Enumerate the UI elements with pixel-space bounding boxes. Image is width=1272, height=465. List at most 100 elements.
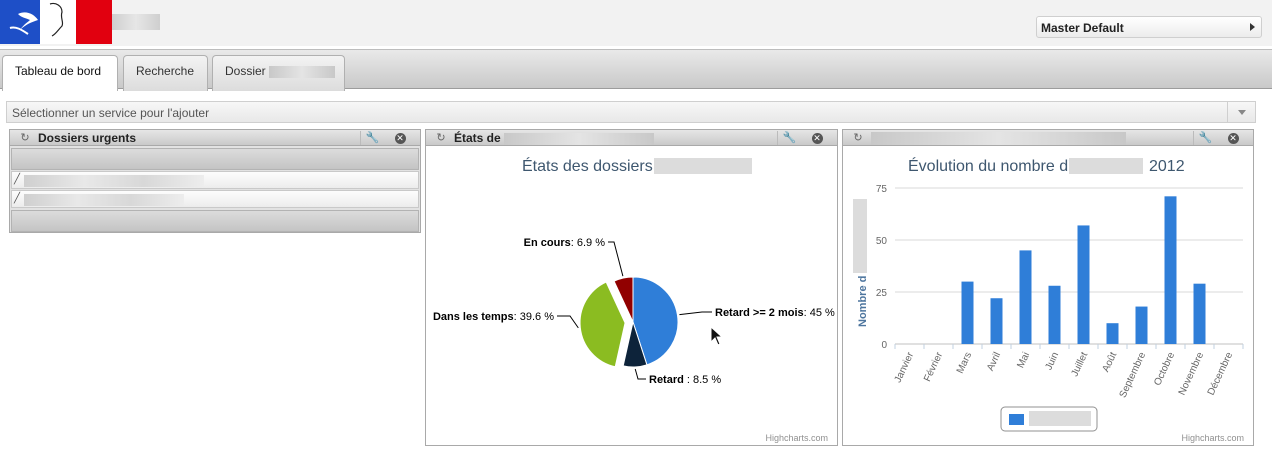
x-tick-label: Mai: [1015, 351, 1032, 370]
header: Master Default: [0, 0, 1272, 46]
marianne-logo: [0, 0, 112, 44]
portlet-title-bar: ↻ Dossiers urgents 🔧 ✕: [10, 130, 420, 146]
x-tick-label: Juillet: [1069, 350, 1090, 378]
refresh-icon[interactable]: ↻: [435, 132, 447, 144]
bar-y-ticks: 0 25 50 75: [876, 184, 888, 351]
close-icon[interactable]: ✕: [805, 131, 829, 145]
y-tick-label: 75: [876, 184, 888, 195]
portlet-evolution: ↻ 🔧 ✕ Évolution du nombre d' 2012 Nombre…: [842, 129, 1254, 446]
chart-title-blurred: [654, 158, 752, 174]
bar[interactable]: [990, 298, 1003, 344]
service-select-placeholder: Sélectionner un service pour l'ajouter: [12, 106, 210, 120]
y-axis-label: Nombre d: [857, 276, 869, 327]
tab-dossier[interactable]: Dossier: [212, 55, 345, 91]
app-name-blurred: [112, 14, 160, 30]
x-tick-label: Octobre: [1152, 350, 1177, 387]
pencil-icon: ╱: [14, 193, 21, 204]
list-item[interactable]: ╱: [11, 171, 419, 189]
mouse-cursor-icon: [710, 326, 724, 346]
tab-bar: Tableau de bord Recherche Dossier: [0, 49, 1272, 91]
y-tick-label: 50: [876, 236, 888, 247]
chart-title-suffix: 2012: [1149, 158, 1185, 175]
service-select[interactable]: Sélectionner un service pour l'ajouter: [6, 101, 1256, 123]
wrench-icon[interactable]: 🔧: [777, 131, 801, 145]
profile-select-label: Master Default: [1041, 21, 1124, 35]
bar[interactable]: [1164, 196, 1177, 344]
tab-label-blurred: [269, 65, 336, 78]
bar[interactable]: [1193, 283, 1206, 344]
tab-label: Tableau de bord: [15, 64, 102, 78]
chart-legend[interactable]: [1000, 406, 1098, 432]
bar-x-ticks: Janvier Février Mars Avril Mai Juin Juillet Aoû…: [893, 344, 1244, 400]
chart-title-blurred: [1069, 158, 1143, 174]
service-select-toggle[interactable]: [1227, 102, 1255, 122]
urgent-list-header: [11, 148, 419, 170]
x-tick-label: Août: [1101, 350, 1120, 373]
x-tick-label: Avril: [985, 351, 1003, 373]
tab-label: Dossier: [225, 64, 266, 78]
bar-bars: [961, 196, 1206, 344]
list-item-text-blurred: [24, 175, 204, 187]
pencil-icon: ╱: [14, 174, 21, 185]
chevron-down-icon: [1238, 110, 1246, 115]
portlet-title-bar: ↻ 🔧 ✕: [843, 130, 1253, 146]
wrench-icon[interactable]: 🔧: [1193, 131, 1217, 145]
x-tick-label: Septembre: [1118, 350, 1149, 399]
urgent-list-footer: [11, 210, 419, 232]
close-icon[interactable]: ✕: [1221, 131, 1245, 145]
tab-label: Recherche: [136, 64, 195, 78]
portlet-title: Dossiers urgents: [38, 131, 137, 145]
bar[interactable]: [1077, 225, 1090, 344]
bar[interactable]: [1048, 285, 1061, 344]
chart-title: États des dossiers: [522, 156, 653, 175]
pie-connector: [634, 368, 646, 380]
x-tick-label: Mars: [955, 351, 974, 376]
tab-recherche[interactable]: Recherche: [123, 55, 208, 91]
pie-connector: [557, 315, 579, 329]
app-window: Master Default Tableau de bord Recherche…: [0, 0, 1272, 465]
pie-data-label: Retard >= 2 mois: 45 %: [715, 307, 835, 319]
portlet-etats-dossiers: ↻ États de 🔧 ✕ États des dossiers Retard…: [425, 129, 838, 446]
chevron-right-icon: [1250, 23, 1255, 31]
chart-title-prefix: Évolution du nombre d': [908, 156, 1071, 175]
x-tick-label: Février: [922, 350, 945, 383]
pie-data-label: Retard : 8.5 %: [649, 374, 721, 386]
x-tick-label: Novembre: [1177, 350, 1207, 397]
wrench-icon[interactable]: 🔧: [360, 131, 384, 145]
pie-slices: [579, 276, 679, 368]
pie-connector: [679, 311, 712, 316]
profile-select[interactable]: Master Default: [1036, 16, 1262, 38]
pie-connector: [608, 241, 624, 277]
y-tick-label: 25: [876, 288, 888, 299]
bar[interactable]: [961, 281, 974, 344]
tab-tableau-de-bord[interactable]: Tableau de bord: [2, 55, 118, 91]
pie-slice[interactable]: [579, 281, 626, 368]
pie-data-label: En cours: 6.9 %: [524, 237, 606, 249]
x-tick-label: Juin: [1043, 351, 1061, 372]
chart-credit[interactable]: Highcharts.com: [1181, 433, 1244, 443]
close-icon[interactable]: ✕: [388, 131, 412, 145]
bar-chart: Évolution du nombre d' 2012 Nombre d 0 25…: [853, 156, 1244, 443]
bar[interactable]: [1135, 306, 1148, 344]
list-item[interactable]: ╱: [11, 190, 419, 208]
x-tick-label: Décembre: [1206, 350, 1236, 397]
x-tick-label: Janvier: [893, 350, 917, 384]
bar[interactable]: [1106, 323, 1119, 344]
y-tick-label: 0: [881, 340, 887, 351]
chart-credit[interactable]: Highcharts.com: [765, 433, 828, 443]
refresh-icon[interactable]: ↻: [19, 132, 31, 144]
portlet-dossiers-urgents: ↻ Dossiers urgents 🔧 ✕ ╱ ╱: [9, 129, 421, 233]
pie-chart: États des dossiers Retard >= 2 mois: 45 …: [433, 156, 835, 443]
portlet-title-bar: ↻ États de 🔧 ✕: [426, 130, 837, 146]
y-axis-label-blurred: [853, 199, 867, 273]
portlet-title: États de: [454, 131, 501, 145]
bar[interactable]: [1019, 250, 1032, 344]
bar-gridlines: [895, 187, 1243, 345]
refresh-icon[interactable]: ↻: [852, 132, 864, 144]
list-item-text-blurred: [24, 194, 184, 206]
pie-data-label: Dans les temps: 39.6 %: [433, 311, 554, 323]
portlet-title-blurred: [871, 131, 1126, 145]
portlet-title-blurred: [504, 132, 655, 145]
legend-label-blurred: [1029, 411, 1091, 426]
legend-swatch: [1009, 414, 1024, 425]
